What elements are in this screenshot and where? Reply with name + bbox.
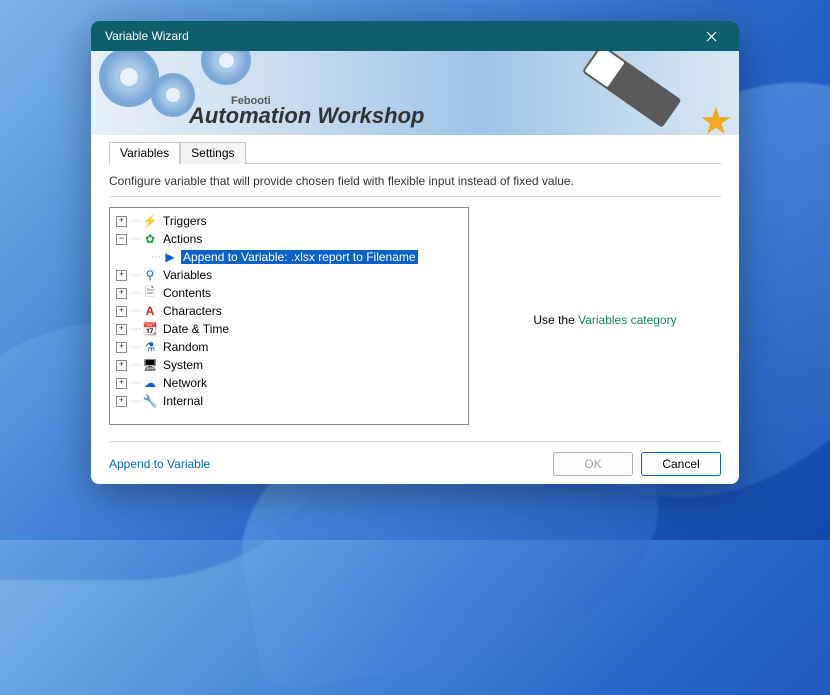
calendar-icon: 📆 (142, 321, 158, 337)
cloud-icon: ☁ (142, 375, 158, 391)
expand-toggle[interactable]: + (116, 306, 127, 317)
titlebar: Variable Wizard (91, 21, 739, 51)
tree-node-triggers[interactable]: +⋯ ⚡ Triggers (112, 212, 466, 230)
variables-category-link[interactable]: Variables category (578, 313, 677, 327)
expand-toggle[interactable]: + (116, 342, 127, 353)
close-button[interactable] (693, 22, 729, 50)
expand-toggle[interactable]: + (116, 288, 127, 299)
variable-tree[interactable]: +⋯ ⚡ Triggers −⋯ ✿ Actions ⋯ ▶ Append to… (109, 207, 469, 425)
cancel-button[interactable]: Cancel (641, 452, 721, 476)
tree-node-network[interactable]: +⋯ ☁ Network (112, 374, 466, 392)
expand-toggle[interactable]: + (116, 396, 127, 407)
expand-toggle[interactable]: + (116, 360, 127, 371)
lightning-icon: ⚡ (142, 213, 158, 229)
random-icon: ⚗ (142, 339, 158, 355)
expand-toggle[interactable]: + (116, 324, 127, 335)
side-hint-prefix: Use the (533, 313, 578, 327)
tree-node-system[interactable]: +⋯ 🖥 System (112, 356, 466, 374)
tree-node-contents[interactable]: +⋯ 🗎 Contents (112, 284, 466, 302)
variable-wizard-dialog: Variable Wizard ★ ★ Febooti Automation W… (91, 21, 739, 484)
expand-toggle[interactable]: + (116, 216, 127, 227)
banner: ★ ★ Febooti Automation Workshop (91, 51, 739, 135)
expand-toggle[interactable]: + (116, 270, 127, 281)
pencil-decoration-icon (562, 51, 717, 135)
tree-node-datetime[interactable]: +⋯ 📆 Date & Time (112, 320, 466, 338)
tree-node-random[interactable]: +⋯ ⚗ Random (112, 338, 466, 356)
gear-decoration-icon (99, 51, 159, 107)
character-icon: A (142, 303, 158, 319)
tree-node-internal[interactable]: +⋯ 🔧 Internal (112, 392, 466, 410)
divider (109, 196, 721, 197)
wrench-icon: 🔧 (142, 393, 158, 409)
tab-strip: Variables Settings (109, 141, 721, 163)
tree-node-variables[interactable]: +⋯ ⚲ Variables (112, 266, 466, 284)
gear-decoration-icon (201, 51, 251, 85)
ok-button[interactable]: OK (553, 452, 633, 476)
close-icon (706, 31, 717, 42)
document-icon: 🗎 (142, 285, 158, 301)
side-hint-pane: Use the Variables category (489, 207, 721, 433)
tree-node-characters[interactable]: +⋯ A Characters (112, 302, 466, 320)
variable-icon: ⚲ (142, 267, 158, 283)
tree-selected-label: Append to Variable: .xlsx report to File… (181, 250, 418, 264)
tab-settings[interactable]: Settings (180, 142, 245, 164)
tree-node-actions[interactable]: −⋯ ✿ Actions (112, 230, 466, 248)
tree-node-append-to-variable[interactable]: ⋯ ▶ Append to Variable: .xlsx report to … (112, 248, 466, 266)
gear-icon: ✿ (142, 231, 158, 247)
window-title: Variable Wizard (105, 29, 693, 43)
description-text: Configure variable that will provide cho… (109, 174, 721, 188)
banner-title: Automation Workshop (189, 103, 424, 129)
expand-toggle[interactable]: + (116, 378, 127, 389)
computer-icon: 🖥 (142, 357, 158, 373)
append-to-variable-link[interactable]: Append to Variable (109, 457, 210, 471)
tab-variables[interactable]: Variables (109, 142, 180, 164)
collapse-toggle[interactable]: − (116, 234, 127, 245)
action-icon: ▶ (162, 249, 178, 265)
